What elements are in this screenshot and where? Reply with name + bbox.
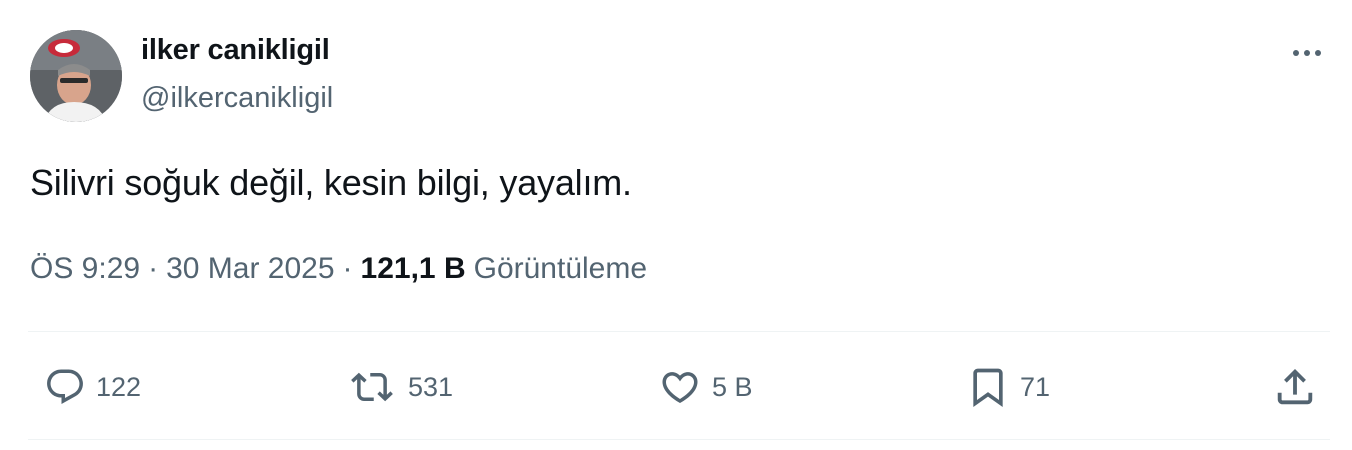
retweet-button[interactable]: 531	[346, 362, 453, 412]
like-count: 5 B	[712, 371, 753, 402]
like-button[interactable]: 5 B	[658, 362, 753, 412]
more-icon-dot	[1304, 50, 1310, 56]
retweet-count: 531	[408, 371, 454, 402]
bookmark-icon	[973, 368, 1003, 408]
views-label: Görüntüleme	[473, 252, 648, 285]
tweet-text: Silivri soğuk değil, kesin bilgi, yayalı…	[30, 162, 632, 203]
divider	[28, 331, 1330, 332]
author-display-name[interactable]: ilker canikligil	[141, 34, 330, 67]
tweet-card: ilker canikligil @ilkercanikligil Silivr…	[0, 0, 1352, 450]
share-icon	[1277, 368, 1313, 405]
divider	[28, 439, 1330, 440]
heart-icon	[662, 372, 698, 404]
more-options-button[interactable]	[1285, 36, 1329, 70]
more-icon-dot	[1315, 50, 1321, 56]
meta-separator: ·	[342, 252, 353, 285]
reply-count: 122	[96, 371, 142, 402]
tweet-date[interactable]: 30 Mar 2025	[166, 252, 334, 286]
avatar[interactable]	[30, 30, 122, 122]
views-count[interactable]: 121,1 B	[361, 252, 466, 286]
author-handle[interactable]: @ilkercanikligil	[141, 82, 333, 115]
reply-icon	[47, 369, 83, 404]
bookmark-count: 71	[1020, 371, 1051, 402]
bookmark-button[interactable]: 71	[966, 362, 1050, 412]
tweet-time[interactable]: ÖS 9:29	[30, 252, 140, 286]
more-icon	[1293, 50, 1299, 56]
share-button[interactable]	[1272, 362, 1318, 412]
retweet-icon	[351, 372, 393, 402]
meta-separator: ·	[148, 252, 159, 285]
tweet-meta: ÖS 9:29 · 30 Mar 2025 · 121,1 B Görüntül…	[30, 252, 647, 286]
avatar-image	[30, 30, 122, 122]
reply-button[interactable]: 122	[44, 362, 141, 412]
